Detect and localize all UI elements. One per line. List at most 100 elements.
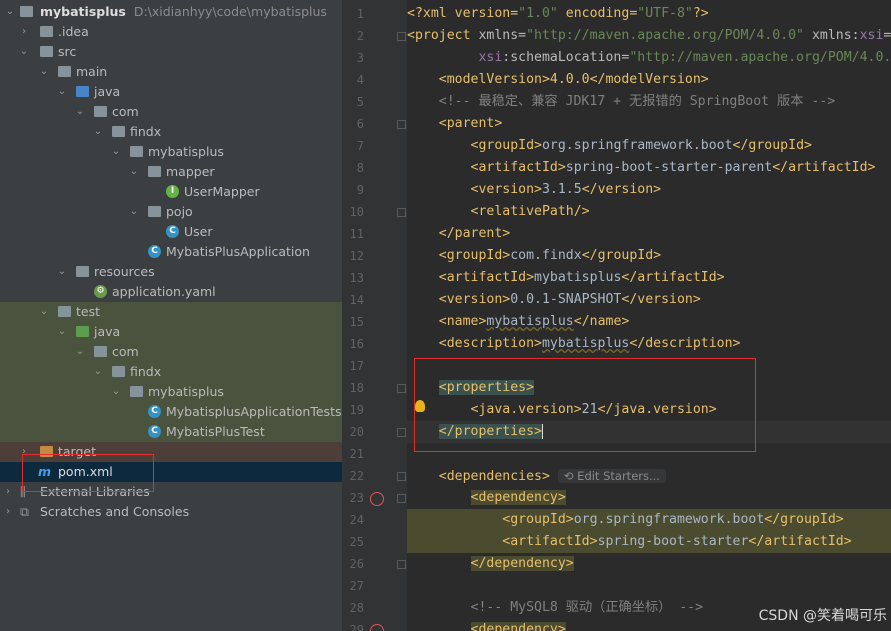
tree-label: com xyxy=(112,104,139,119)
line-number: 17 xyxy=(349,359,364,373)
line-number: 21 xyxy=(349,447,364,461)
code-line-10[interactable]: <relativePath/> xyxy=(407,201,891,223)
tree-item-application-class[interactable]: C MybatisPlusApplication xyxy=(0,242,342,262)
fold-icon[interactable] xyxy=(397,494,406,503)
chevron-down-icon[interactable]: ⌄ xyxy=(56,262,68,282)
code-line-1[interactable]: <?xml version="1.0" encoding="UTF-8"?> xyxy=(407,3,891,25)
chevron-down-icon[interactable]: ⌄ xyxy=(74,342,86,362)
tag-text: com.findx xyxy=(510,248,582,263)
code-line-26[interactable]: </dependency> xyxy=(407,553,891,575)
chevron-down-icon[interactable]: ⌄ xyxy=(92,362,104,382)
tag: </version> xyxy=(621,292,701,307)
code-line-5[interactable]: <!-- 最稳定、兼容 JDK17 + 无报错的 SpringBoot 版本 -… xyxy=(407,91,891,113)
chevron-right-icon[interactable]: › xyxy=(18,22,30,42)
chevron-down-icon[interactable]: ⌄ xyxy=(110,382,122,402)
tree-item-test-com[interactable]: ⌄ com xyxy=(0,342,342,362)
chevron-down-icon[interactable]: ⌄ xyxy=(38,62,50,82)
line-number: 12 xyxy=(349,249,364,263)
chevron-down-icon[interactable]: ⌄ xyxy=(56,322,68,342)
tree-item-mapper[interactable]: ⌄ mapper xyxy=(0,162,342,182)
line-number: 25 xyxy=(349,535,364,549)
code-line-13[interactable]: <artifactId>mybatisplus</artifactId> xyxy=(407,267,891,289)
code-line-4[interactable]: <modelVersion>4.0.0</modelVersion> xyxy=(407,69,891,91)
tree-item-mybatisplus-pkg[interactable]: ⌄ mybatisplus xyxy=(0,142,342,162)
chevron-down-icon[interactable]: ⌄ xyxy=(128,162,140,182)
chevron-down-icon[interactable]: ⌄ xyxy=(38,302,50,322)
code-line-25[interactable]: <artifactId>spring-boot-starter</artifac… xyxy=(407,531,891,553)
chevron-down-icon[interactable]: ⌄ xyxy=(110,142,122,162)
tree-item-mybatisplustest[interactable]: C MybatisPlusTest xyxy=(0,422,342,442)
code-line-7[interactable]: <groupId>org.springframework.boot</group… xyxy=(407,135,891,157)
tag: </version> xyxy=(581,182,662,197)
dependency-gutter-icon[interactable] xyxy=(370,492,384,506)
chevron-right-icon[interactable]: › xyxy=(2,502,14,522)
tree-item-resources[interactable]: ⌄ resources xyxy=(0,262,342,282)
code-line-16[interactable]: <description>mybatisplus</description> xyxy=(407,333,891,355)
code-line-12[interactable]: <groupId>com.findx</groupId> xyxy=(407,245,891,267)
chevron-right-icon[interactable]: › xyxy=(2,482,14,502)
edit-starters-button[interactable]: ⟲ Edit Starters... xyxy=(557,469,666,483)
tree-label: com xyxy=(112,344,139,359)
attr-name: xmlns= xyxy=(470,28,527,43)
tree-item-apptests[interactable]: C MybatisplusApplicationTests xyxy=(0,402,342,422)
code-line-22[interactable]: <dependencies> ⟲ Edit Starters... xyxy=(407,465,891,487)
tree-item-test-mybatisplus[interactable]: ⌄ mybatisplus xyxy=(0,382,342,402)
chevron-down-icon[interactable]: ⌄ xyxy=(74,102,86,122)
tree-item-pojo[interactable]: ⌄ pojo xyxy=(0,202,342,222)
code-line-15[interactable]: <name>mybatisplus</name> xyxy=(407,311,891,333)
tree-item-scratches[interactable]: › ⧉ Scratches and Consoles xyxy=(0,502,342,522)
fold-icon[interactable] xyxy=(397,384,406,393)
tree-item-user[interactable]: C User xyxy=(0,222,342,242)
chevron-down-icon[interactable]: ⌄ xyxy=(4,2,16,22)
tag-text: org.springframework.boot xyxy=(573,512,765,527)
line-number: 10 xyxy=(349,205,364,219)
tag: </groupId> xyxy=(732,138,812,153)
tree-item-project-root[interactable]: ⌄ mybatisplus D:\xidianhyy\code\mybatispl… xyxy=(0,2,342,22)
chevron-down-icon[interactable]: ⌄ xyxy=(18,42,30,62)
tag: <dependency> xyxy=(470,622,566,631)
line-number: 3 xyxy=(356,51,364,65)
fold-icon[interactable] xyxy=(397,560,406,569)
tree-label: java xyxy=(94,84,121,99)
tree-item-findx[interactable]: ⌄ findx xyxy=(0,122,342,142)
chevron-down-icon[interactable]: ⌄ xyxy=(92,122,104,142)
line-number: 28 xyxy=(349,601,364,615)
chevron-down-icon[interactable]: ⌄ xyxy=(56,82,68,102)
watermark: CSDN @笑着喝可乐 xyxy=(758,608,887,624)
xml-decl: <?xml version= xyxy=(407,6,519,21)
tree-item-java[interactable]: ⌄ java xyxy=(0,82,342,102)
tree-label: main xyxy=(76,64,108,79)
line-number: 6 xyxy=(356,117,364,131)
dependency-gutter-icon[interactable] xyxy=(370,624,384,631)
code-line-6[interactable]: <parent> xyxy=(407,113,891,135)
code-line-23[interactable]: <dependency> xyxy=(407,487,891,509)
line-number: 16 xyxy=(349,337,364,351)
code-line-24[interactable]: <groupId>org.springframework.boot</group… xyxy=(407,509,891,531)
tree-item-application-yaml[interactable]: ⚙ application.yaml xyxy=(0,282,342,302)
code-line-3[interactable]: xsi:schemaLocation="http://maven.apache.… xyxy=(407,47,891,69)
package-icon xyxy=(130,386,143,397)
tree-item-test-java[interactable]: ⌄ java xyxy=(0,322,342,342)
tree-item-main[interactable]: ⌄ main xyxy=(0,62,342,82)
fold-icon[interactable] xyxy=(397,208,406,217)
code-line-11[interactable]: </parent> xyxy=(407,223,891,245)
fold-icon[interactable] xyxy=(397,428,406,437)
tree-item-com[interactable]: ⌄ com xyxy=(0,102,342,122)
code-line-14[interactable]: <version>0.0.1-SNAPSHOT</version> xyxy=(407,289,891,311)
code-editor[interactable]: 1 2 3 4 5 6 7 8 9 10 11 12 13 14 15 16 17 18 19 20 21 22 23 24 2… xyxy=(342,0,891,631)
tree-label: src xyxy=(58,44,77,59)
tree-item-idea[interactable]: › .idea xyxy=(0,22,342,42)
fold-icon[interactable] xyxy=(397,32,406,41)
tree-item-test-findx[interactable]: ⌄ findx xyxy=(0,362,342,382)
tree-item-usermapper[interactable]: I UserMapper xyxy=(0,182,342,202)
fold-icon[interactable] xyxy=(397,472,406,481)
attr-value: "UTF-8" xyxy=(637,6,693,21)
attr-name: = xyxy=(883,28,891,43)
code-line-9[interactable]: <version>3.1.5</version> xyxy=(407,179,891,201)
tree-item-test[interactable]: ⌄ test xyxy=(0,302,342,322)
fold-icon[interactable] xyxy=(397,120,406,129)
chevron-down-icon[interactable]: ⌄ xyxy=(128,202,140,222)
tree-item-src[interactable]: ⌄ src xyxy=(0,42,342,62)
code-line-8[interactable]: <artifactId>spring-boot-starter-parent</… xyxy=(407,157,891,179)
code-line-2[interactable]: <project xmlns="http://maven.apache.org/… xyxy=(407,25,891,47)
